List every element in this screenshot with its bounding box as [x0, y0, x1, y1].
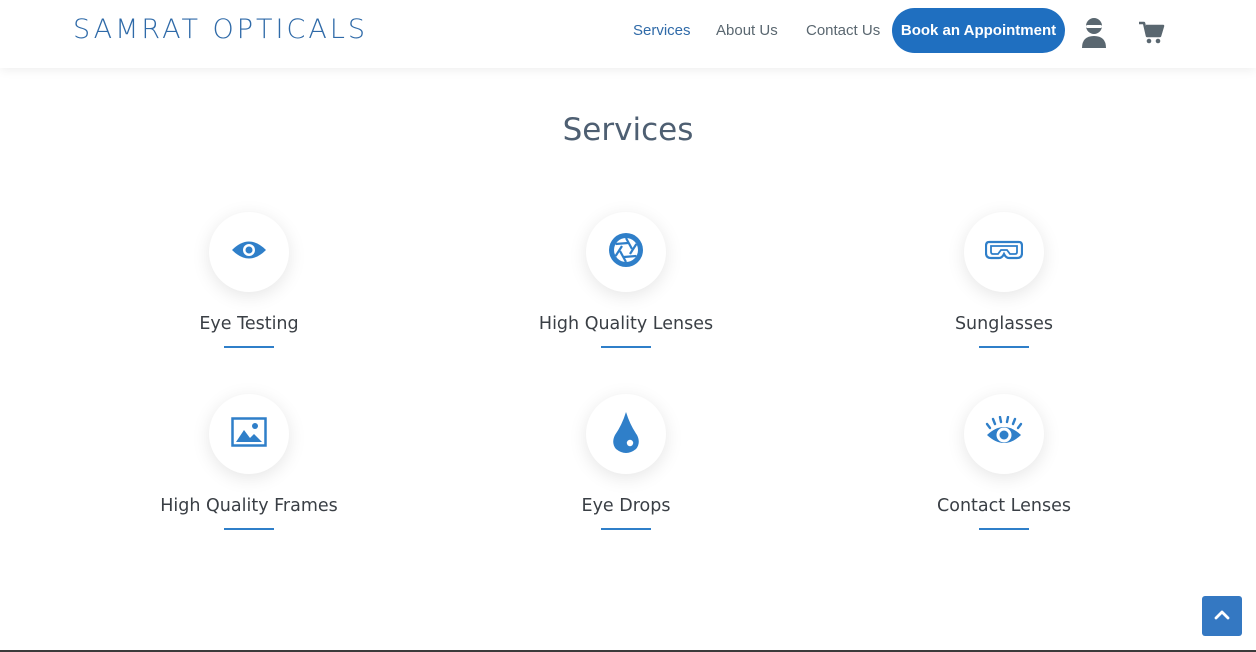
service-label: Sunglasses — [954, 314, 1054, 334]
service-eye-testing[interactable]: Eye Testing — [99, 212, 399, 348]
service-high-quality-frames[interactable]: High Quality Frames — [99, 394, 399, 530]
service-label: Eye Testing — [199, 314, 299, 334]
label-underline — [224, 528, 274, 530]
service-sunglasses[interactable]: Sunglasses — [854, 212, 1154, 348]
service-icon-circle — [209, 394, 289, 474]
site-header: SAMRAT OPTICALS Services About Us Contac… — [0, 0, 1256, 68]
chevron-up-icon — [1214, 607, 1230, 625]
service-high-quality-lenses[interactable]: High Quality Lenses — [476, 212, 776, 348]
service-label: Contact Lenses — [937, 496, 1071, 516]
eye-icon — [231, 239, 267, 266]
book-appointment-button[interactable]: Book an Appointment — [892, 8, 1065, 53]
label-underline — [601, 346, 651, 348]
service-label: Eye Drops — [581, 496, 671, 516]
service-icon-circle — [209, 212, 289, 292]
service-icon-circle — [586, 394, 666, 474]
service-eye-drops[interactable]: Eye Drops — [476, 394, 776, 530]
service-icon-circle — [964, 212, 1044, 292]
drop-icon — [612, 411, 640, 458]
service-label: High Quality Lenses — [538, 314, 714, 334]
label-underline — [601, 528, 651, 530]
nav-contact-us[interactable]: Contact Us — [806, 22, 880, 39]
section-title: Services — [562, 112, 694, 148]
scroll-to-top-button[interactable] — [1202, 596, 1242, 636]
label-underline — [979, 528, 1029, 530]
label-underline — [224, 346, 274, 348]
service-icon-circle — [964, 394, 1044, 474]
brand-logo[interactable]: SAMRAT OPTICALS — [73, 14, 368, 45]
goggles-icon — [984, 239, 1024, 266]
label-underline — [979, 346, 1029, 348]
service-icon-circle — [586, 212, 666, 292]
nav-about-us[interactable]: About Us — [716, 22, 778, 39]
image-frame-icon — [231, 416, 267, 452]
cart-icon[interactable] — [1138, 20, 1168, 50]
eye-lashes-icon — [985, 415, 1023, 453]
service-contact-lenses[interactable]: Contact Lenses — [854, 394, 1154, 530]
nav-services[interactable]: Services — [633, 22, 691, 39]
user-icon[interactable] — [1079, 16, 1109, 48]
lens-aperture-icon — [608, 232, 644, 273]
service-label: High Quality Frames — [160, 496, 338, 516]
